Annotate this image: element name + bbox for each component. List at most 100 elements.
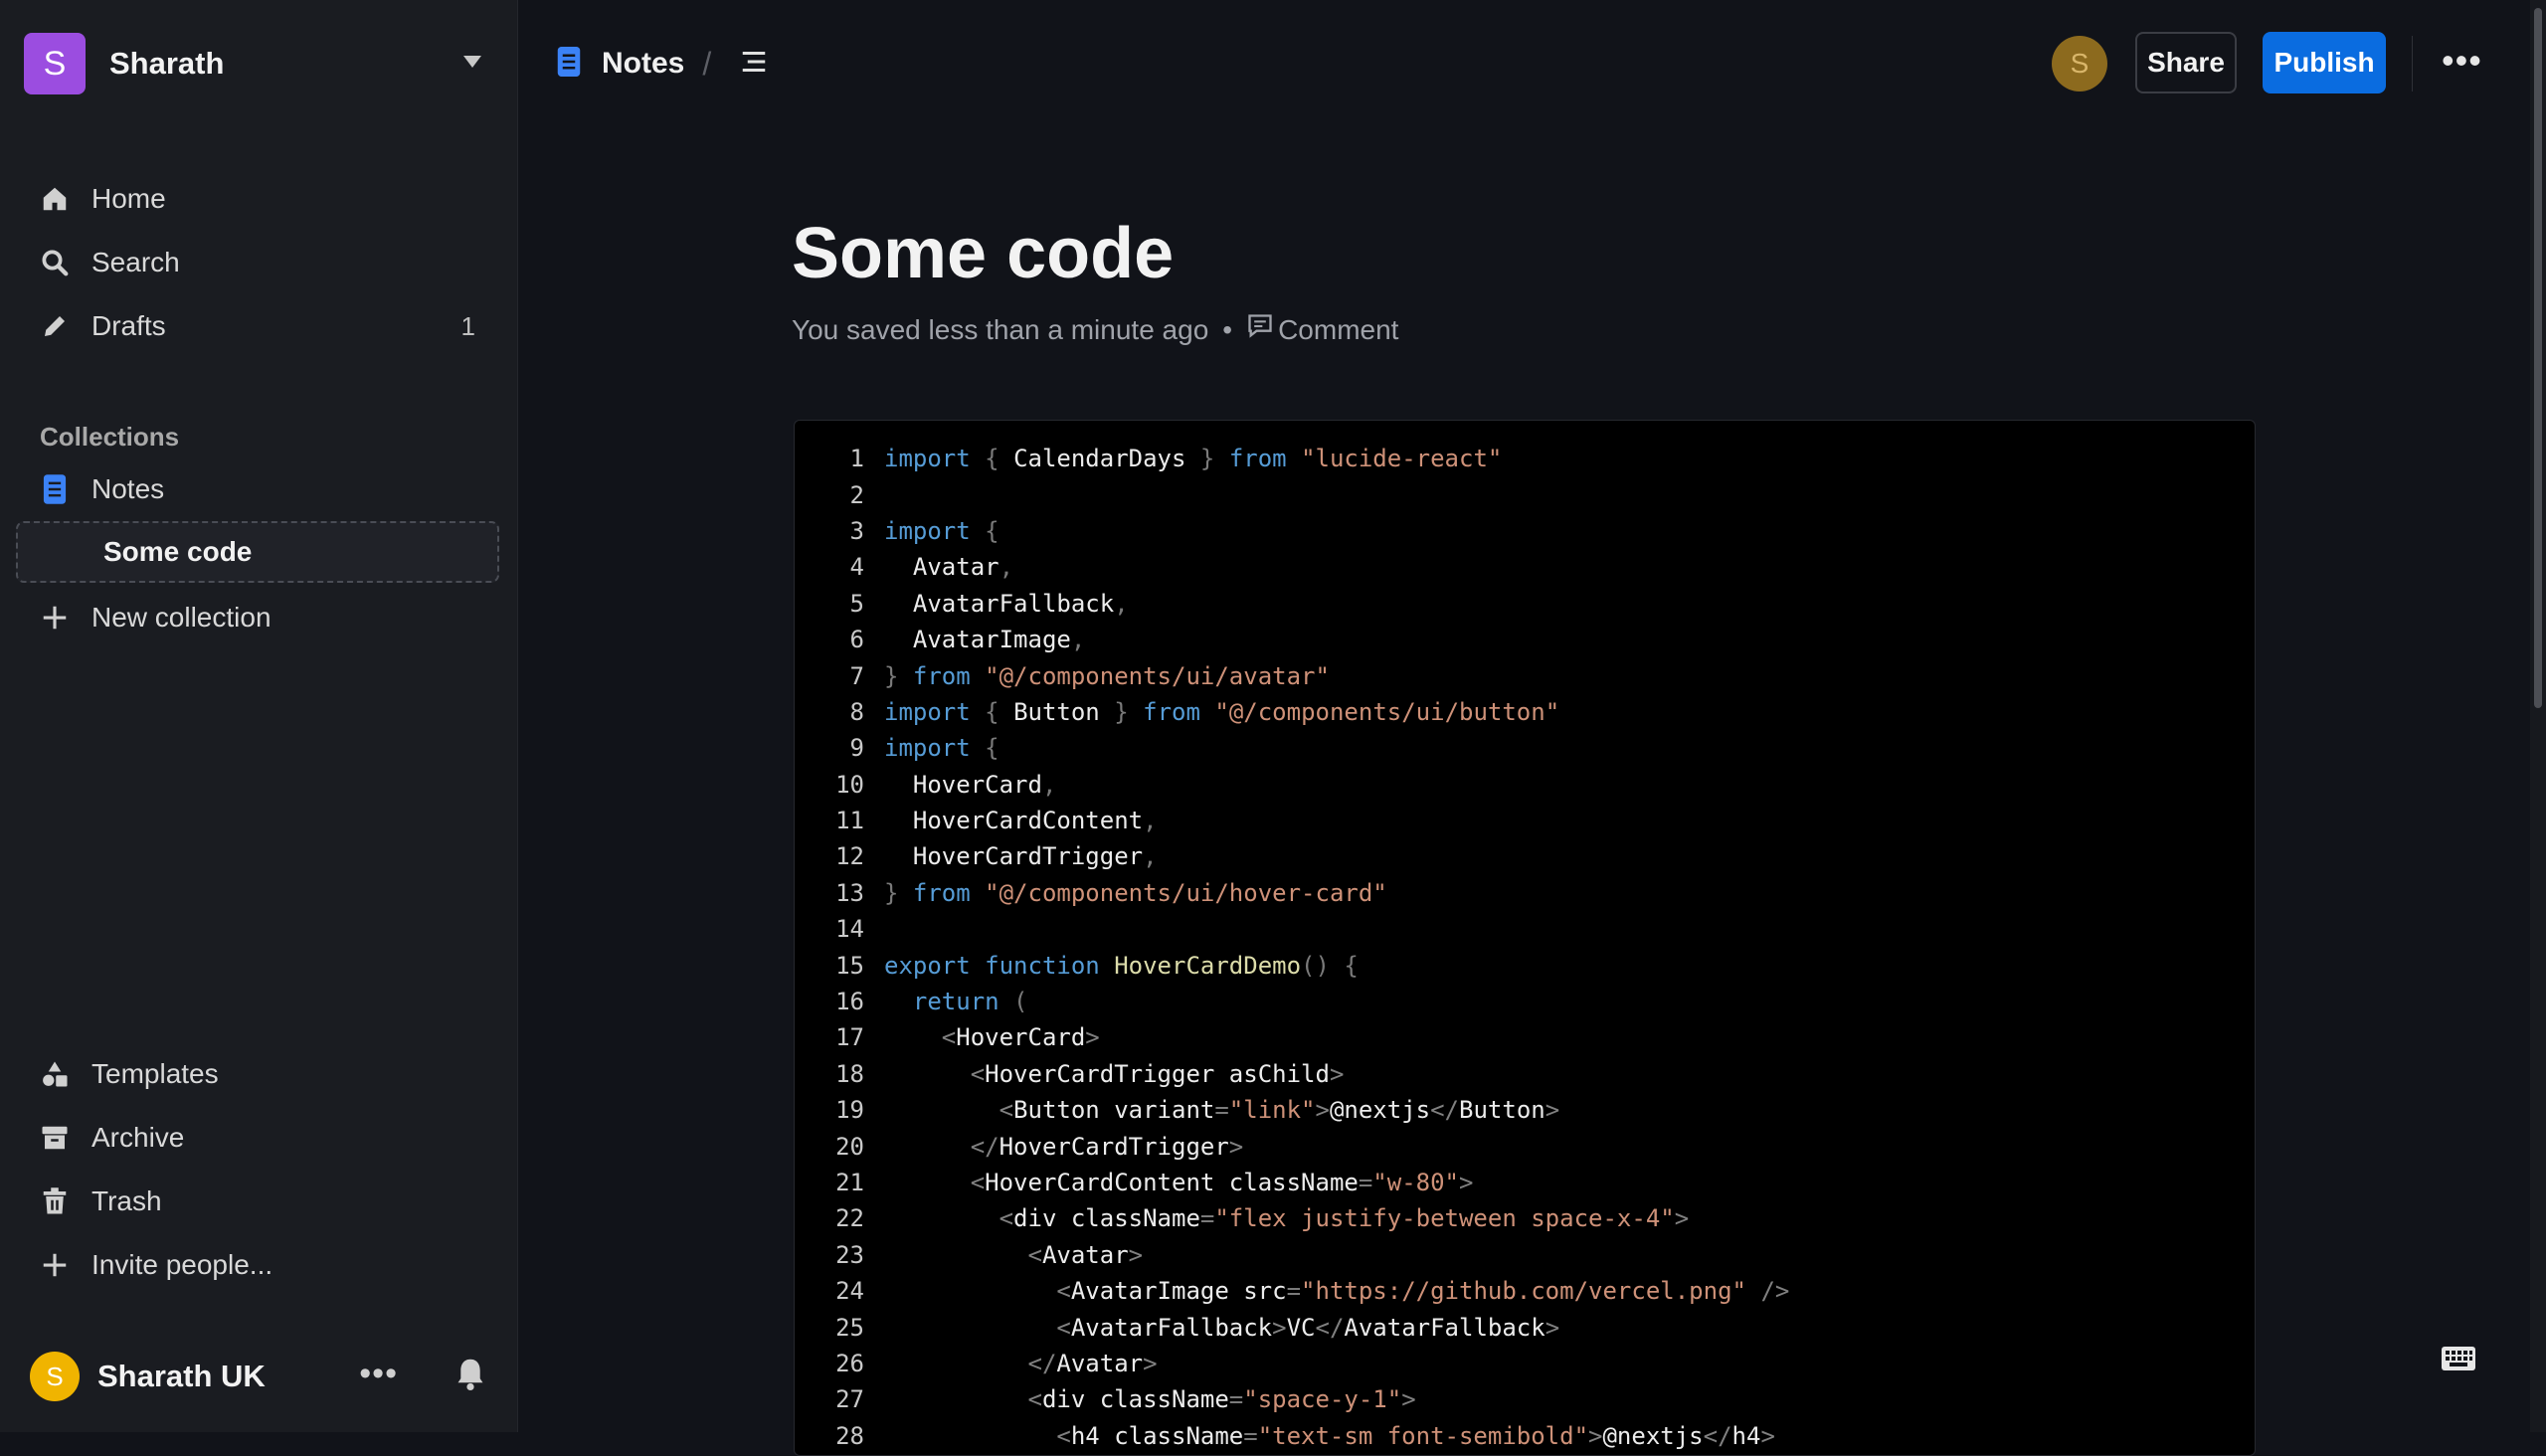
code-token: >	[1315, 1096, 1330, 1125]
sidebar-item-templates[interactable]: Templates	[38, 1050, 481, 1098]
sidebar-item-label: Drafts	[91, 310, 166, 341]
code-token: "space-y-1"	[1243, 1385, 1402, 1414]
notes-collection-icon[interactable]	[554, 45, 584, 84]
archive-icon	[38, 1121, 72, 1155]
sidebar: S Sharath Home Search Drafts 1 Collectio…	[0, 0, 518, 1432]
bell-icon[interactable]	[454, 1357, 487, 1397]
code-token: Avatar	[884, 553, 1000, 582]
line-number: 18	[835, 1059, 864, 1088]
line-number: 12	[835, 842, 864, 871]
code-token: >	[1128, 1240, 1144, 1269]
caret-down-icon[interactable]	[463, 56, 481, 68]
code-token: CalendarDays	[1013, 445, 1186, 473]
code-token: <	[1056, 1277, 1071, 1306]
more-options-icon[interactable]: •••	[2442, 40, 2482, 82]
code-line: 22 < div className = "flex justify-between …	[795, 1200, 2255, 1236]
line-number: 10	[835, 770, 864, 799]
meta-separator: •	[1222, 313, 1233, 345]
collaborator-avatar[interactable]: S	[2052, 36, 2107, 91]
line-number: 15	[835, 951, 864, 980]
code-token: Button	[1459, 1096, 1546, 1125]
code-token: >	[1272, 1313, 1287, 1342]
sidebar-item-notes[interactable]: Notes	[38, 465, 481, 513]
scrollbar-thumb[interactable]	[2534, 8, 2542, 708]
workspace-avatar: S	[24, 33, 86, 94]
line-number: 13	[835, 878, 864, 907]
code-token: Avatar	[1056, 1349, 1144, 1377]
scrollbar[interactable]	[2530, 0, 2546, 1432]
code-line: 28 < h4 className = "text-sm font-semibold"…	[795, 1418, 2255, 1454]
code-token: @nextjs	[1602, 1421, 1704, 1450]
code-token: HoverCardDemo	[1114, 951, 1302, 980]
notes-collection-icon	[38, 472, 72, 506]
code-line: 26 </Avatar >	[795, 1346, 2255, 1381]
line-number: 26	[835, 1349, 864, 1377]
sidebar-item-label: Templates	[91, 1058, 219, 1089]
publish-button[interactable]: Publish	[2263, 32, 2386, 93]
user-menu[interactable]: S Sharath UK •••	[30, 1349, 487, 1404]
home-icon	[38, 182, 72, 216]
code-token: ,	[999, 553, 1014, 582]
code-token: HoverCard	[956, 1023, 1086, 1052]
code-token: >	[1459, 1169, 1474, 1196]
code-block[interactable]: 1 import { CalendarDays } from "lucide-re…	[794, 420, 2256, 1456]
code-token: AvatarFallback	[1070, 1313, 1273, 1342]
code-token: </	[970, 1132, 1000, 1161]
sidebar-item-drafts[interactable]: Drafts 1	[38, 302, 481, 350]
code-token: HoverCardTrigger	[999, 1132, 1229, 1161]
code-token: >	[1674, 1204, 1690, 1233]
pencil-icon	[38, 309, 72, 343]
code-token: {	[970, 734, 1000, 763]
code-token: ,	[1143, 807, 1158, 835]
code-token: <	[999, 1204, 1014, 1233]
code-token: h4	[1731, 1421, 1761, 1450]
line-number: 22	[835, 1204, 864, 1233]
code-token: AvatarFallback	[1344, 1313, 1546, 1342]
sidebar-item-archive[interactable]: Archive	[38, 1114, 481, 1162]
comment-icon	[1246, 312, 1278, 347]
code-token: }	[884, 661, 913, 690]
code-line: 15 export function HoverCardDemo() {	[795, 947, 2255, 983]
code-line: 25 < AvatarFallback > VC </AvatarFallback >	[795, 1309, 2255, 1345]
code-line: 13} from "@/components/ui/hover-card"	[795, 875, 2255, 911]
new-collection-button[interactable]: New collection	[38, 594, 481, 641]
line-number: 24	[835, 1277, 864, 1306]
code-token: >	[1545, 1096, 1560, 1125]
code-token: function	[985, 951, 1100, 980]
shapes-icon	[38, 1057, 72, 1091]
line-number: 6	[849, 626, 864, 654]
more-options-icon[interactable]: •••	[359, 1355, 398, 1393]
comment-button[interactable]: Comment	[1246, 312, 1398, 347]
sidebar-item-some-code[interactable]: Some code	[16, 521, 499, 583]
code-line: 3 import {	[795, 513, 2255, 549]
code-token: import	[884, 734, 971, 763]
workspace-switcher[interactable]: S Sharath	[24, 32, 481, 95]
sidebar-item-home[interactable]: Home	[38, 175, 481, 223]
code-line: 4 Avatar,	[795, 549, 2255, 585]
invite-people-button[interactable]: Invite people...	[38, 1241, 481, 1289]
code-token: "flex justify-between space-x-4"	[1214, 1204, 1675, 1233]
code-token: h4 className	[1070, 1421, 1244, 1450]
code-token: >	[1143, 1349, 1158, 1377]
code-line: 17 < HoverCard >	[795, 1019, 2255, 1055]
code-line: 20 </HoverCardTrigger >	[795, 1128, 2255, 1164]
sidebar-item-search[interactable]: Search	[38, 239, 481, 286]
table-of-contents-icon[interactable]	[739, 47, 769, 82]
code-token: }	[884, 878, 913, 907]
code-token: AvatarImage	[884, 626, 1071, 654]
code-token: </	[1430, 1096, 1460, 1125]
line-number: 2	[849, 480, 864, 509]
code-line: 23 < Avatar >	[795, 1237, 2255, 1273]
keyboard-shortcuts-icon[interactable]	[2441, 1345, 2476, 1377]
code-token: "link"	[1228, 1096, 1316, 1125]
code-line: 24 < AvatarImage src = "https://github.com/…	[795, 1273, 2255, 1309]
breadcrumb-collection[interactable]: Notes	[602, 47, 684, 81]
document-title[interactable]: Some code	[792, 213, 1174, 294]
code-token: return	[912, 988, 1000, 1016]
code-token: "lucide-react"	[1301, 445, 1503, 473]
sidebar-item-trash[interactable]: Trash	[38, 1178, 481, 1225]
share-button[interactable]: Share	[2135, 32, 2237, 93]
